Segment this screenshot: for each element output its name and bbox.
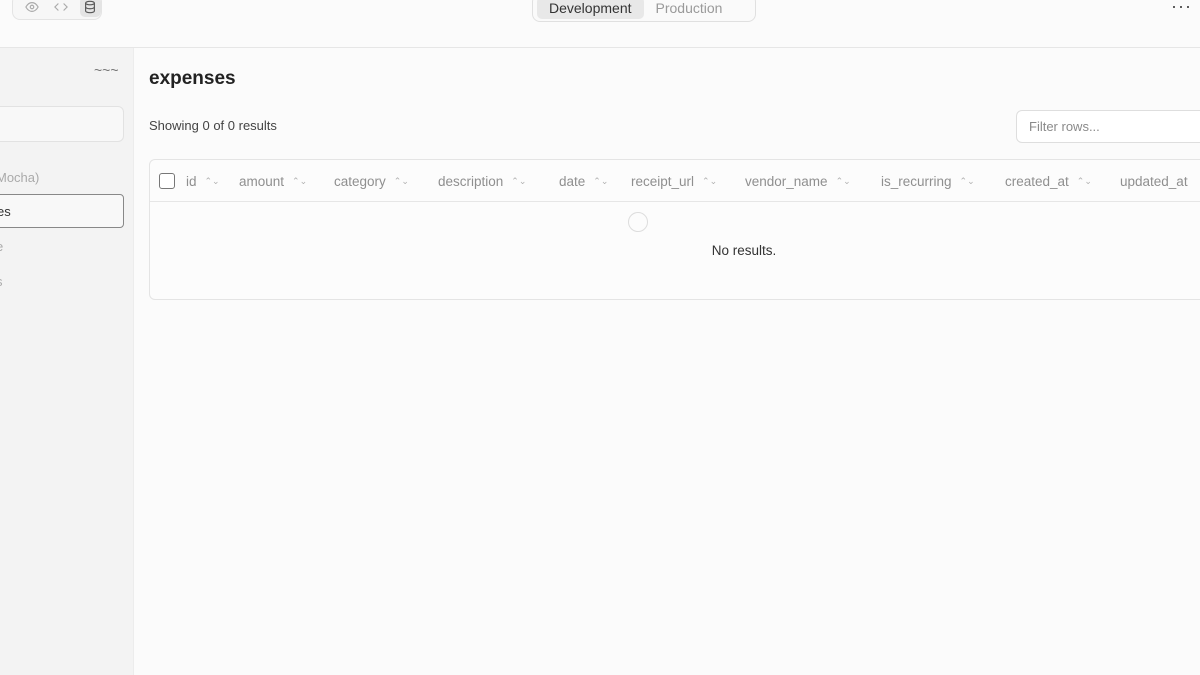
database-icon [85,0,96,14]
sort-icon: ⌃⌄ [702,175,718,186]
sort-icon: ⌃⌄ [1076,175,1092,186]
tab-development[interactable]: Development [537,0,644,19]
column-header-date[interactable]: date ⌃⌄ [559,160,608,202]
top-bar: Development Production ··· [0,0,1200,48]
column-header-amount[interactable]: amount ⌃⌄ [239,160,307,202]
sort-icon: ⌃⌄ [959,175,975,186]
sidebar-more-button[interactable]: ~~~ [94,62,119,78]
sidebar-item-4[interactable]: s [0,264,124,298]
sidebar-item-1[interactable]: Mocha) [0,160,124,194]
sidebar: ~~~ Mocha) es e s [0,48,134,675]
page-title: expenses [149,68,236,89]
column-header-receipt-url[interactable]: receipt_url ⌃⌄ [631,160,717,202]
column-label: is_recurring [881,173,952,189]
database-view-button[interactable] [79,0,101,17]
sort-icon: ⌃⌄ [292,175,308,186]
view-mode-group [12,0,102,20]
code-view-button[interactable] [50,0,71,17]
environment-switch: Development Production [532,0,756,22]
select-all-checkbox[interactable] [159,173,175,189]
code-icon [54,3,68,11]
column-header-id[interactable]: id ⌃⌄ [186,160,220,202]
column-header-category[interactable]: category ⌃⌄ [334,160,409,202]
table-header: id ⌃⌄ amount ⌃⌄ category ⌃⌄ description … [150,160,1200,202]
data-table: id ⌃⌄ amount ⌃⌄ category ⌃⌄ description … [149,159,1200,300]
column-header-created-at[interactable]: created_at ⌃⌄ [1005,160,1092,202]
eye-icon [24,2,39,12]
table-search-input[interactable] [0,106,124,142]
main-content: expenses Showing 0 of 0 results id ⌃⌄ am… [134,48,1200,675]
column-label: category [334,173,386,189]
sort-icon: ⌃⌄ [511,175,527,186]
column-header-description[interactable]: description ⌃⌄ [438,160,526,202]
column-label: updated_at [1120,173,1188,189]
column-header-vendor-name[interactable]: vendor_name ⌃⌄ [745,160,851,202]
column-label: amount [239,173,285,189]
filter-rows-input[interactable] [1016,110,1200,143]
more-options-button[interactable]: ··· [1171,0,1192,17]
column-header-updated-at[interactable]: updated_at [1120,160,1188,202]
column-label: vendor_name [745,173,828,189]
column-label: receipt_url [631,173,695,189]
sort-icon: ⌃⌄ [593,175,609,186]
sort-icon: ⌃⌄ [393,175,409,186]
empty-state-message: No results. [711,243,777,258]
loading-spinner-icon [628,212,648,232]
sort-icon: ⌃⌄ [835,175,851,186]
sidebar-item-expenses[interactable]: es [0,194,124,228]
result-count: Showing 0 of 0 results [149,118,277,133]
tab-production[interactable]: Production [644,0,735,19]
column-label: id [186,173,197,189]
column-label: created_at [1005,173,1069,189]
column-label: date [559,173,586,189]
column-header-is-recurring[interactable]: is_recurring ⌃⌄ [881,160,975,202]
column-label: description [438,173,504,189]
preview-view-button[interactable] [21,0,42,17]
sidebar-item-3[interactable]: e [0,229,124,263]
sort-icon: ⌃⌄ [204,175,220,186]
